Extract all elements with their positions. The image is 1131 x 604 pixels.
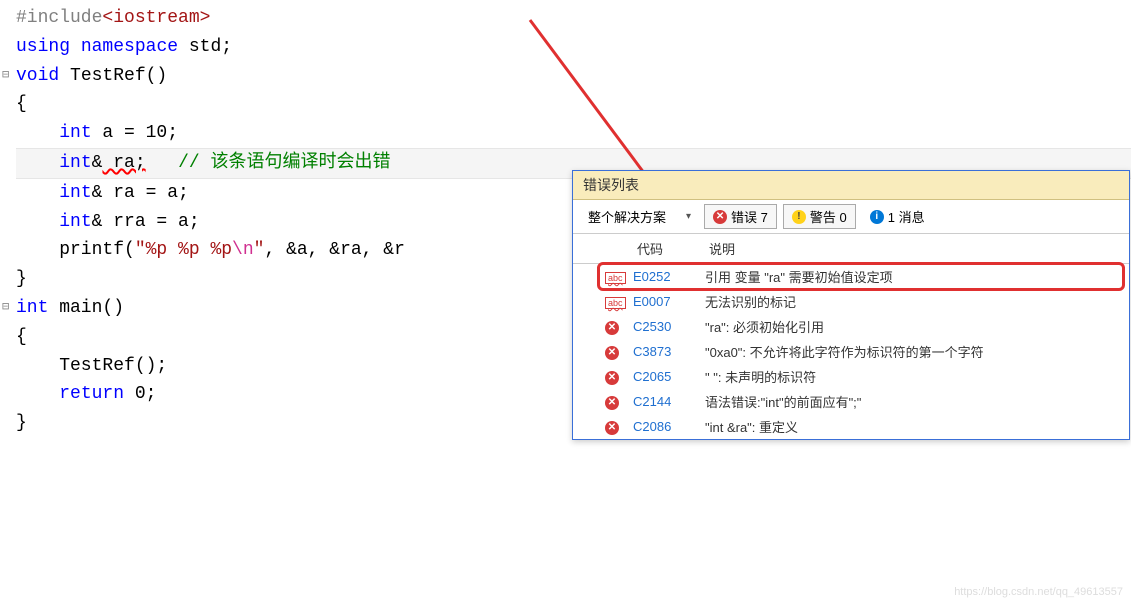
error-description: 引用 变量 "ra" 需要初始值设定项 — [705, 267, 1125, 286]
error-code: C2144 — [633, 394, 705, 409]
error-toolbar: 整个解决方案 ▾ ✕ 错误 7 ! 警告 0 i 1 消息 — [573, 200, 1129, 234]
error-icon: ✕ — [605, 346, 619, 360]
code-line: { — [16, 90, 1131, 119]
header-code[interactable]: 代码 — [633, 237, 705, 260]
warning-icon: ! — [792, 210, 806, 224]
header-description[interactable]: 说明 — [705, 237, 1125, 260]
error-list-header: 代码 说明 — [573, 234, 1129, 264]
error-list-panel: 错误列表 整个解决方案 ▾ ✕ 错误 7 ! 警告 0 i 1 消息 代码 说明… — [572, 170, 1130, 440]
chevron-down-icon: ▾ — [686, 211, 691, 222]
scope-label: 整个解决方案 — [588, 207, 666, 226]
error-row[interactable]: ✕ C2086 "int &ra": 重定义 — [573, 414, 1129, 439]
error-row[interactable]: ✕ C2144 语法错误:"int"的前面应有";" — [573, 389, 1129, 414]
code-line: ⊟void TestRef() — [16, 62, 1131, 91]
errors-filter-button[interactable]: ✕ 错误 7 — [704, 204, 777, 229]
messages-count: 1 消息 — [888, 207, 925, 226]
error-row[interactable]: ✕ C2530 "ra": 必须初始化引用 — [573, 314, 1129, 339]
error-description: "int &ra": 重定义 — [705, 417, 1125, 436]
error-description: 无法识别的标记 — [705, 292, 1125, 311]
scope-dropdown[interactable]: 整个解决方案 ▾ — [581, 204, 698, 229]
error-row[interactable]: abc E0252 引用 变量 "ra" 需要初始值设定项 — [573, 264, 1129, 289]
errors-count: 错误 7 — [731, 207, 768, 226]
error-description: " ": 未声明的标识符 — [705, 367, 1125, 386]
error-icon: ✕ — [605, 371, 619, 385]
messages-filter-button[interactable]: i 1 消息 — [862, 205, 933, 228]
collapse-icon[interactable]: ⊟ — [2, 298, 9, 317]
watermark: https://blog.csdn.net/qq_49613557 — [954, 586, 1123, 598]
collapse-icon[interactable]: ⊟ — [2, 66, 9, 85]
error-code: E0252 — [633, 269, 705, 284]
error-code: E0007 — [633, 294, 705, 309]
warnings-filter-button[interactable]: ! 警告 0 — [783, 204, 856, 229]
error-icon: ✕ — [605, 321, 619, 335]
error-row[interactable]: abc E0007 无法识别的标记 — [573, 289, 1129, 314]
error-code: C2065 — [633, 369, 705, 384]
error-icon: ✕ — [605, 396, 619, 410]
error-icon: ✕ — [605, 421, 619, 435]
error-icon: ✕ — [713, 210, 727, 224]
code-line: #include<iostream> — [16, 4, 1131, 33]
error-description: "0xa0": 不允许将此字符作为标识符的第一个字符 — [705, 342, 1125, 361]
warnings-count: 警告 0 — [810, 207, 847, 226]
error-description: 语法错误:"int"的前面应有";" — [705, 392, 1125, 411]
error-code: C2086 — [633, 419, 705, 434]
code-line: int a = 10; — [16, 119, 1131, 148]
error-rows-container: abc E0252 引用 变量 "ra" 需要初始值设定项 abc E0007 … — [573, 264, 1129, 439]
error-row[interactable]: ✕ C2065 " ": 未声明的标识符 — [573, 364, 1129, 389]
intellisense-icon: abc — [605, 272, 626, 284]
info-icon: i — [870, 210, 884, 224]
error-code: C3873 — [633, 344, 705, 359]
error-code: C2530 — [633, 319, 705, 334]
error-row[interactable]: ✕ C3873 "0xa0": 不允许将此字符作为标识符的第一个字符 — [573, 339, 1129, 364]
error-description: "ra": 必须初始化引用 — [705, 317, 1125, 336]
intellisense-icon: abc — [605, 297, 626, 309]
error-panel-title: 错误列表 — [573, 171, 1129, 200]
code-line: using namespace std; — [16, 33, 1131, 62]
